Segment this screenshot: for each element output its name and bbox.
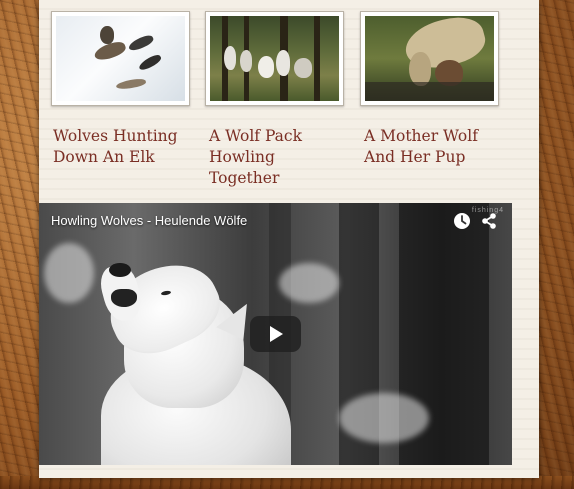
- article-title-line: A Mother Wolf: [364, 127, 478, 145]
- article-thumbnail-2[interactable]: [205, 11, 344, 106]
- article-link-wolves-hunting[interactable]: Wolves Hunting Down An Elk: [53, 126, 193, 168]
- article-title-line: Howling Together: [209, 148, 280, 187]
- article-title-line: Wolves Hunting: [53, 127, 178, 145]
- video-frame-snow: [44, 243, 94, 303]
- share-icon[interactable]: [479, 211, 499, 231]
- clock-icon[interactable]: [452, 211, 472, 231]
- wolves-hunting-elk-image: [56, 16, 185, 101]
- video-title[interactable]: Howling Wolves - Heulende Wölfe: [51, 213, 247, 228]
- wolf-image: [109, 263, 131, 277]
- play-icon[interactable]: [250, 316, 301, 352]
- wolf-image: [111, 289, 137, 307]
- mother-wolf-pup-image: [365, 16, 494, 101]
- article-title-line: Down An Elk: [53, 148, 155, 166]
- article-thumbnail-1[interactable]: [51, 11, 190, 106]
- article-link-wolf-pack[interactable]: A Wolf Pack Howling Together: [209, 126, 349, 189]
- embedded-video-player[interactable]: Howling Wolves - Heulende Wölfe fishing4: [39, 203, 512, 465]
- video-frame-snow: [339, 393, 429, 443]
- article-link-mother-wolf[interactable]: A Mother Wolf And Her Pup: [364, 126, 504, 168]
- article-title-line: A Wolf Pack: [209, 127, 302, 145]
- video-frame-snow: [279, 263, 339, 303]
- article-thumbnail-3[interactable]: [360, 11, 499, 106]
- article-title-line: And Her Pup: [364, 148, 466, 166]
- wolf-pack-image: [210, 16, 339, 101]
